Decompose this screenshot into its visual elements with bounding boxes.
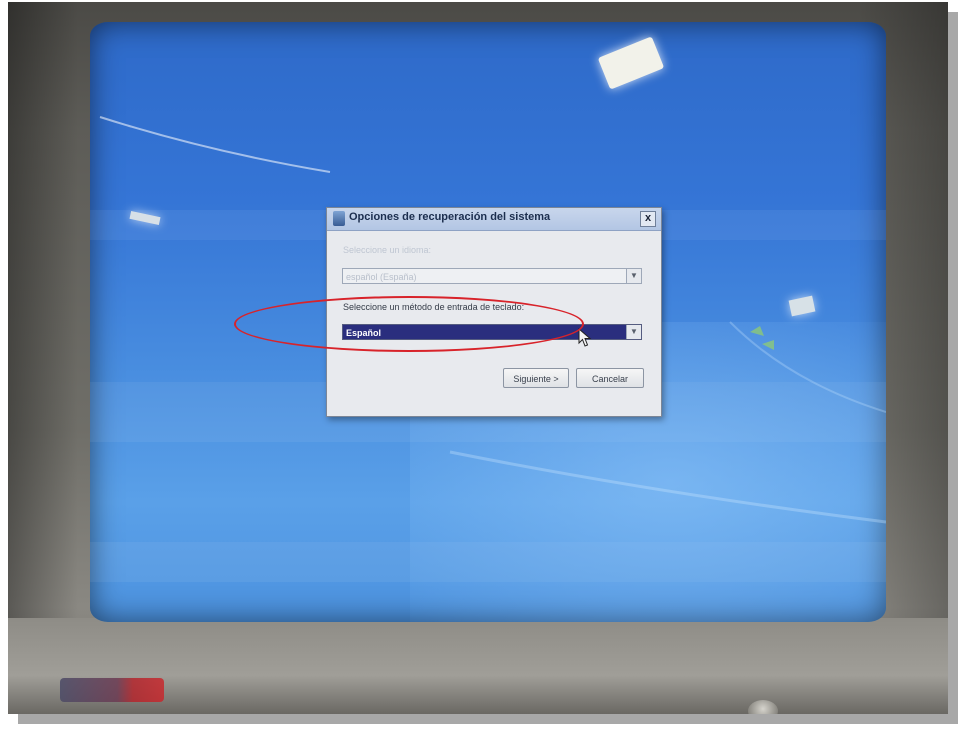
power-button	[748, 700, 778, 714]
language-select-value: español (España)	[346, 272, 417, 282]
bezel-shadow	[8, 2, 78, 714]
language-select[interactable]: español (España) ▼	[342, 268, 642, 284]
mouse-cursor-icon	[578, 328, 592, 347]
dialog-titlebar: Opciones de recuperación del sistema x	[327, 208, 661, 231]
brand-logo	[60, 678, 164, 702]
recovery-app-icon	[333, 211, 345, 226]
highlight-ellipse	[234, 296, 584, 352]
chevron-down-icon[interactable]: ▼	[626, 269, 641, 283]
chevron-down-icon[interactable]: ▼	[626, 325, 641, 339]
bezel-bottom	[8, 618, 948, 714]
language-label: Seleccione un idioma:	[343, 245, 432, 255]
close-button[interactable]: x	[640, 211, 656, 227]
photo-frame: Opciones de recuperación del sistema x S…	[8, 2, 948, 714]
next-button[interactable]: Siguiente >	[503, 368, 569, 388]
cancel-button[interactable]: Cancelar	[576, 368, 644, 388]
dialog-title: Opciones de recuperación del sistema	[349, 211, 551, 223]
